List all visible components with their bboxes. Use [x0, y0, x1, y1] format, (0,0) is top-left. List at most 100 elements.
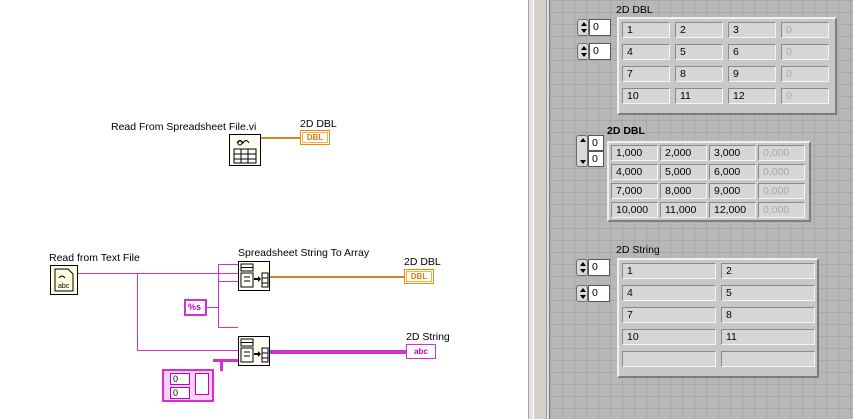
array-2-label: 2D DBL: [607, 125, 645, 137]
arr1-cell[interactable]: 0: [781, 66, 829, 82]
arr3-cell[interactable]: 7: [622, 307, 716, 323]
read-spreadsheet-label: Read From Spreadsheet File.vi: [111, 121, 257, 133]
arr1-cell[interactable]: 5: [675, 44, 723, 60]
format-wire-bottom[interactable]: [218, 327, 238, 328]
format-wire-top[interactable]: [218, 264, 238, 265]
arr2-cell[interactable]: 9,000: [709, 183, 756, 199]
array-3-label: 2D String: [616, 244, 660, 256]
arr1-cell[interactable]: 12: [728, 88, 776, 104]
arr1-cell[interactable]: 0: [781, 22, 829, 38]
array-2-spinner[interactable]: [576, 134, 588, 167]
pane-splitter[interactable]: [528, 0, 550, 419]
arr3-cell[interactable]: 8: [721, 307, 815, 323]
arr1-cell[interactable]: 1: [622, 22, 670, 38]
format-constant[interactable]: %s: [184, 299, 207, 316]
front-panel[interactable]: 2D DBL 0 0 1 2 3 0 4 5 6 0 7 8 9 0 10 11 12 0 2D DBL 0 …: [550, 0, 853, 419]
arr1-cell[interactable]: 9: [728, 66, 776, 82]
arr1-cell[interactable]: 2: [675, 22, 723, 38]
array-3-col-spinner[interactable]: [576, 285, 588, 302]
arr1-cell[interactable]: 3: [728, 22, 776, 38]
arr2-cell[interactable]: 1,000: [611, 145, 658, 161]
array-1-row-value[interactable]: 0: [589, 19, 611, 36]
arr2-cell[interactable]: 2,000: [660, 145, 707, 161]
arr3-cell[interactable]: 10: [622, 329, 716, 345]
arr2-cell[interactable]: 8,000: [660, 183, 707, 199]
arr2-cell[interactable]: 0,000: [758, 202, 805, 218]
array-2-col-value[interactable]: 0: [588, 150, 604, 167]
arr1-cell[interactable]: 11: [675, 88, 723, 104]
arr2-cell[interactable]: 0,000: [758, 183, 805, 199]
array-2-row-value[interactable]: 0: [588, 134, 604, 151]
array-const-index-2[interactable]: 0: [170, 387, 190, 399]
array-3-grid[interactable]: 1 2 4 5 7 8 10 11: [617, 258, 819, 378]
arr2-cell[interactable]: 5,000: [660, 164, 707, 180]
out-string-terminal[interactable]: abc: [406, 344, 436, 359]
arr2-cell[interactable]: 11,000: [660, 202, 707, 218]
arr3-cell[interactable]: [721, 351, 815, 367]
arr2-cell[interactable]: 7,000: [611, 183, 658, 199]
array-2-grid[interactable]: 1,000 2,000 3,000 0,000 4,000 5,000 6,000 0,000…: [607, 141, 811, 222]
arr1-cell[interactable]: 8: [675, 66, 723, 82]
out-dbl-2-terminal[interactable]: DBL: [404, 269, 434, 284]
arr2-cell[interactable]: 3,000: [709, 145, 756, 161]
spreadsheet-string-node-2[interactable]: [238, 336, 270, 366]
array-1-row-index[interactable]: 0: [577, 19, 611, 36]
arr1-cell[interactable]: 7: [622, 66, 670, 82]
arr1-cell[interactable]: 0: [781, 44, 829, 60]
arr2-cell[interactable]: 0,000: [758, 164, 805, 180]
read-text-node[interactable]: abc: [50, 265, 78, 295]
out-dbl-1-label: 2D DBL: [300, 118, 337, 130]
dbl-wire-1[interactable]: [261, 137, 301, 139]
spreadsheet-string-node-1[interactable]: [238, 261, 270, 291]
arr1-cell[interactable]: 10: [622, 88, 670, 104]
text-wire-lower[interactable]: [137, 350, 238, 351]
arr3-cell[interactable]: 11: [721, 329, 815, 345]
text-wire-branch[interactable]: [137, 273, 138, 351]
array-3-col-index[interactable]: 0: [576, 285, 610, 302]
array-3-col-value[interactable]: 0: [588, 285, 610, 302]
arr1-cell[interactable]: 4: [622, 44, 670, 60]
arr2-cell[interactable]: 10,000: [611, 202, 658, 218]
arr3-cell[interactable]: 5: [721, 285, 815, 301]
array-1-col-spinner[interactable]: [577, 43, 589, 60]
arr3-cell[interactable]: 4: [622, 285, 716, 301]
arr2-cell[interactable]: 4,000: [611, 164, 658, 180]
string-to-array-icon: [240, 338, 269, 363]
arr1-cell[interactable]: 6: [728, 44, 776, 60]
array-3-row-spinner[interactable]: [576, 259, 588, 276]
arr2-cell[interactable]: 0,000: [758, 145, 805, 161]
read-spreadsheet-node[interactable]: [229, 134, 261, 166]
format-wire-const[interactable]: [206, 307, 218, 308]
array-const-index-1[interactable]: 0: [170, 373, 190, 385]
out-string-terminal-text: abc: [414, 347, 428, 356]
block-diagram[interactable]: Read From Spreadsheet File.vi 2D DBL DBL…: [0, 0, 528, 419]
arr2-cell[interactable]: 12,000: [709, 202, 756, 218]
string-array-wire[interactable]: [270, 350, 407, 354]
array-1-grid[interactable]: 1 2 3 0 4 5 6 0 7 8 9 0 10 11 12 0: [617, 17, 837, 115]
arr3-cell[interactable]: 2: [721, 263, 815, 279]
array-2-indices[interactable]: 0 0: [576, 134, 604, 167]
array-3-row-value[interactable]: 0: [588, 259, 610, 276]
array-3-row-index[interactable]: 0: [576, 259, 610, 276]
spreadsheet-string-label: Spreadsheet String To Array: [238, 247, 370, 259]
arr3-cell[interactable]: 1: [622, 263, 716, 279]
array-1-label: 2D DBL: [616, 4, 653, 16]
array-1-col-index[interactable]: 0: [577, 43, 611, 60]
arr2-cell[interactable]: 6,000: [709, 164, 756, 180]
arr1-cell[interactable]: 0: [781, 88, 829, 104]
text-wire-main[interactable]: [78, 273, 238, 274]
array-1-col-value[interactable]: 0: [589, 43, 611, 60]
const-array-wire-h[interactable]: [213, 359, 238, 362]
const-array-wire-v[interactable]: [220, 359, 223, 371]
string-array-constant[interactable]: 0 0: [162, 369, 214, 402]
splitter-bar: [533, 0, 547, 419]
string-to-array-icon: [240, 263, 269, 288]
format-wire-v[interactable]: [218, 264, 219, 328]
array-1-row-spinner[interactable]: [577, 19, 589, 36]
array-2-index-values: 0 0: [588, 134, 604, 167]
arr3-cell[interactable]: [622, 351, 716, 367]
dbl-wire-2[interactable]: [270, 276, 405, 278]
out-dbl-1-terminal[interactable]: DBL: [300, 130, 330, 145]
format-wire-upper-in[interactable]: [218, 281, 238, 282]
array-const-element[interactable]: [195, 373, 209, 395]
